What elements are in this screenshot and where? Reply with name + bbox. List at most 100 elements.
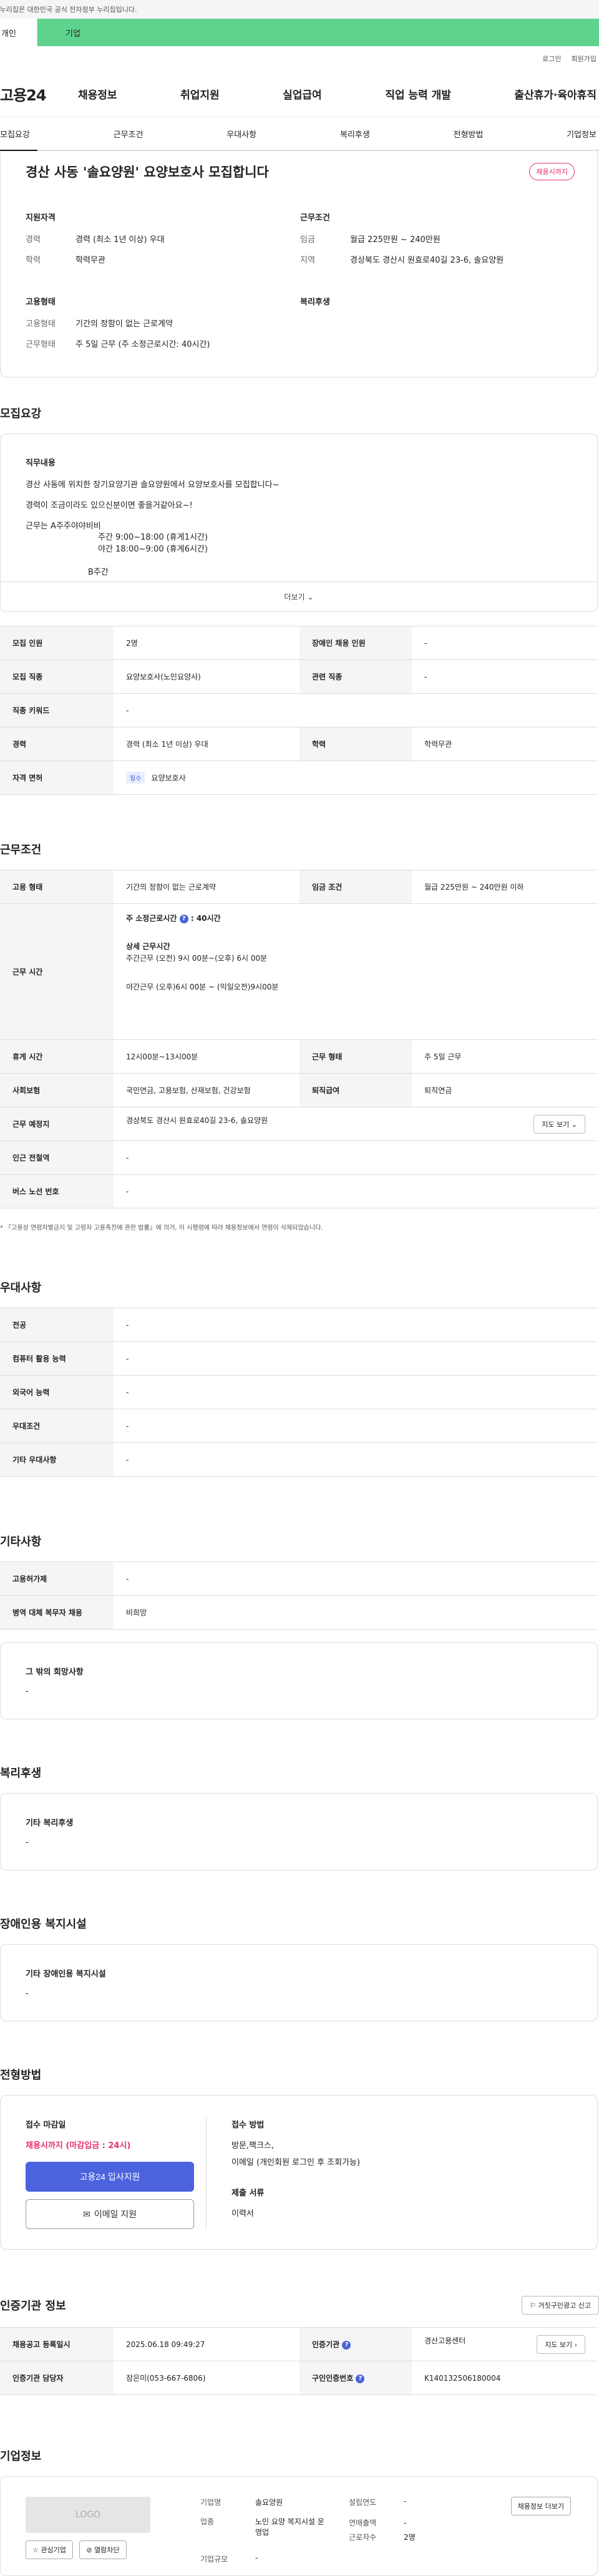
table-row: 컴퓨터 활용 능력 - (0, 1341, 598, 1376)
method-value: 이메일 (개인회원 로그인 후 조회가능) (231, 2158, 361, 2167)
tab-company[interactable]: 기업 (37, 19, 599, 46)
table-row: 사회보험 국민연금, 고용보험, 산재보험, 건강보험 퇴직급여 퇴직연금 (0, 1073, 598, 1107)
tab-conditions[interactable]: 근무조건 (114, 128, 144, 140)
table-row: 전공 - (0, 1308, 598, 1342)
company-jobs-button[interactable]: 채용정보 더보기 (510, 2497, 571, 2515)
join-link[interactable]: 회원가입 (572, 54, 597, 64)
gnb-item-training[interactable]: 직업 능력 개발 (385, 86, 451, 102)
desc-line: 경력이 조금이라도 있으신분이면 좋을거같아요~! (26, 500, 193, 510)
chevron-down-icon: ⌄ (571, 1120, 577, 1129)
conditions-table: 고용 형태 기간의 정함이 없는 근로계약 임금 조건 월급 225만원 ~ 240… (0, 870, 598, 1208)
desc-line: B주간 (88, 568, 109, 578)
preference-table: 전공 - 컴퓨터 활용 능력 - 외국어 능력 - 우대조건 - 기타 우대사항 - (0, 1308, 598, 1477)
detail-hours-title: 상세 근무시간 (126, 942, 170, 951)
table-row: 인근 전철역 - (0, 1140, 598, 1175)
tab-selection[interactable]: 전형방법 (454, 128, 484, 140)
emptype-label: 고용형태 (26, 319, 56, 329)
desc-line: 주간 9:00~18:00 (휴게1시간) (98, 533, 208, 543)
table-row: 모집 인원 2명 장애인 채용 인원 - (0, 626, 598, 660)
company-heading: 기업정보 (0, 2450, 42, 2463)
desc-line: 근무는 A주주야야비비 (26, 521, 101, 531)
recruit-table: 모집 인원 2명 장애인 채용 인원 - 모집 직종 요양보호사(노인요양사) 관련 … (0, 626, 598, 795)
util-links: 로그인 회원가입 (0, 46, 599, 71)
method-value: 방문,팩크스, (231, 2141, 275, 2151)
preference-heading: 우대사항 (0, 1281, 42, 1295)
table-row: 휴게 시간 12시00분~13시00분 근무 형태 주 5일 근무 (0, 1039, 598, 1074)
area-label: 지역 (300, 256, 315, 265)
cert-heading: 인증기관 정보 (0, 2300, 66, 2313)
deadline-badge: 채용시까지 (529, 163, 575, 180)
cert-map-button[interactable]: 지도 보기 › (537, 2335, 585, 2354)
worktype-label: 근무형태 (26, 340, 56, 349)
more-button[interactable]: 더보기 ⌄ (1, 581, 597, 611)
worktype-value: 주 5일 근무 (주 소정근로시간: 40시간) (75, 340, 210, 349)
global-nav: 고용24 채용정보 취업지원 실업급여 직업 능력 개발 출산휴가·육아휴직 (0, 71, 599, 117)
table-row: 모집 직종 요양보호사(노인요양사) 관련 직종 - (0, 659, 598, 694)
info-icon[interactable]: ? (356, 2374, 365, 2383)
gnb-item-support[interactable]: 취업지원 (180, 86, 220, 102)
table-row: 자격 면허 필수 요양보호사 (0, 761, 598, 795)
welfare-section-heading: 복리후생 (0, 1767, 42, 1780)
other-wish-box: 그 밖의 희망사항 - (0, 1642, 598, 1719)
gnb-item-leave[interactable]: 출산휴가·육아휴직 (514, 86, 597, 102)
docs-label: 제출 서류 (231, 2189, 265, 2198)
other-heading: 기타사항 (0, 1535, 42, 1548)
member-tabs: 개인 기업 (0, 19, 599, 46)
site-logo[interactable]: 고용24 (0, 83, 78, 105)
desc-line: 경산 사동에 위치한 장기요양기관 솔요양원에서 요양보호사를 모집합니다~ (26, 480, 280, 490)
chevron-down-icon: ⌄ (307, 592, 314, 601)
career-label: 경력 (26, 235, 41, 245)
license-value: 요양보호사 (151, 774, 186, 782)
block-button[interactable]: ⊘ 열람차단 (79, 2540, 127, 2559)
employment-heading: 고용형태 (26, 298, 56, 307)
report-icon: ⚐ (530, 2301, 537, 2310)
deadline-label: 접수 마감일 (26, 2121, 66, 2130)
cert-table: 채용공고 등록일시 2025.06.18 09:49:27 인증기관 ? 경산고용… (0, 2327, 598, 2395)
tab-preference[interactable]: 우대사항 (226, 128, 256, 140)
job-description-box: 직무내용 경산 사동에 위치한 장기요양기관 솔요양원에서 요양보호사를 모집합… (0, 434, 598, 612)
docs-value: 이력서 (231, 2209, 254, 2219)
work-place-value: 경상북도 경산시 원효로40길 23-6, 솔요양원 (126, 1115, 268, 1125)
gnb-item-unemployment[interactable]: 실업급여 (283, 86, 322, 102)
company-box: LOGO ☆ 관심기업 ⊘ 열람차단 기업명 솔요양원 설립연도 - 업종 노인 요양 … (0, 2476, 598, 2576)
tab-welfare[interactable]: 복리후생 (340, 128, 370, 140)
map-button[interactable]: 지도 보기 ⌄ (533, 1114, 585, 1134)
conditions-heading: 근무조건 (300, 213, 330, 223)
table-row: 고용허가제 - (0, 1562, 598, 1596)
tab-personal[interactable]: 개인 (0, 19, 37, 46)
gnb-item-jobs[interactable]: 채용정보 (78, 86, 117, 102)
table-row: 근무 시간 주 소정근로시간 ? : 40시간 상세 근무시간 주간근무 (오전… (0, 903, 598, 1040)
edu-label: 학력 (26, 256, 41, 265)
favorite-button[interactable]: ☆ 관심기업 (26, 2540, 73, 2559)
table-row: 경력 경력 (최소 1년 이상) 우대 학력 학력무관 (0, 727, 598, 761)
recruit-heading: 모집요강 (0, 407, 42, 420)
tab-company-info[interactable]: 기업정보 (567, 128, 597, 140)
table-row: 병역 대체 복무자 채용 비희망 (0, 1595, 598, 1630)
table-row: 우대조건 - (0, 1409, 598, 1443)
detail-hours-day: 주간근무 (오전) 9시 00분~(오후) 6시 00분 (126, 954, 268, 963)
apply-button[interactable]: 고용24 입사지원 (26, 2162, 194, 2192)
report-button[interactable]: ⚐ 거짓구인광고 신고 (522, 2296, 599, 2315)
login-link[interactable]: 로그인 (542, 54, 561, 64)
apply-box: 접수 마감일 채용시까지 (마감입금 : 24시) 고용24 입사지원 ✉ 이메일… (0, 2095, 598, 2250)
wage-value: 월급 225만원 ~ 240만원 (350, 235, 441, 245)
table-row: 채용공고 등록일시 2025.06.18 09:49:27 인증기관 ? 경산고용… (0, 2327, 598, 2361)
info-icon[interactable]: ? (179, 914, 188, 923)
other-table: 고용허가제 - 병역 대체 복무자 채용 비희망 (0, 1562, 598, 1630)
method-label: 접수 방법 (231, 2121, 265, 2130)
table-row: 외국어 능력 - (0, 1375, 598, 1409)
disability-heading: 장애인용 복지시설 (0, 1918, 87, 1931)
job-description-label: 직무내용 (26, 459, 56, 468)
table-row: 고용 형태 기간의 정함이 없는 근로계약 임금 조건 월급 225만원 ~ 240… (0, 870, 598, 904)
area-value: 경상북도 경산시 원효로40길 23-6, 솔요양원 (350, 256, 504, 265)
career-value: 경력 (최소 1년 이상) 우대 (75, 235, 165, 245)
company-logo: LOGO (26, 2497, 150, 2533)
table-row: 버스 노선 번호 - (0, 1174, 598, 1208)
required-chip: 필수 (126, 772, 145, 784)
job-title: 경산 사동 '솔요양원' 요양보호사 모집합니다 (26, 165, 269, 180)
table-row: 인증기관 담당자 장은미(053-667-6806) 구인인증번호 ? K1401… (0, 2361, 598, 2395)
table-row: 근무 예정지 경상북도 경산시 원효로40길 23-6, 솔요양원 지도 보기 ⌄ (0, 1107, 598, 1141)
email-apply-button[interactable]: ✉ 이메일 지원 (26, 2199, 194, 2229)
info-icon[interactable]: ? (342, 2340, 351, 2350)
tab-recruit[interactable]: 모집요강 (0, 128, 30, 140)
